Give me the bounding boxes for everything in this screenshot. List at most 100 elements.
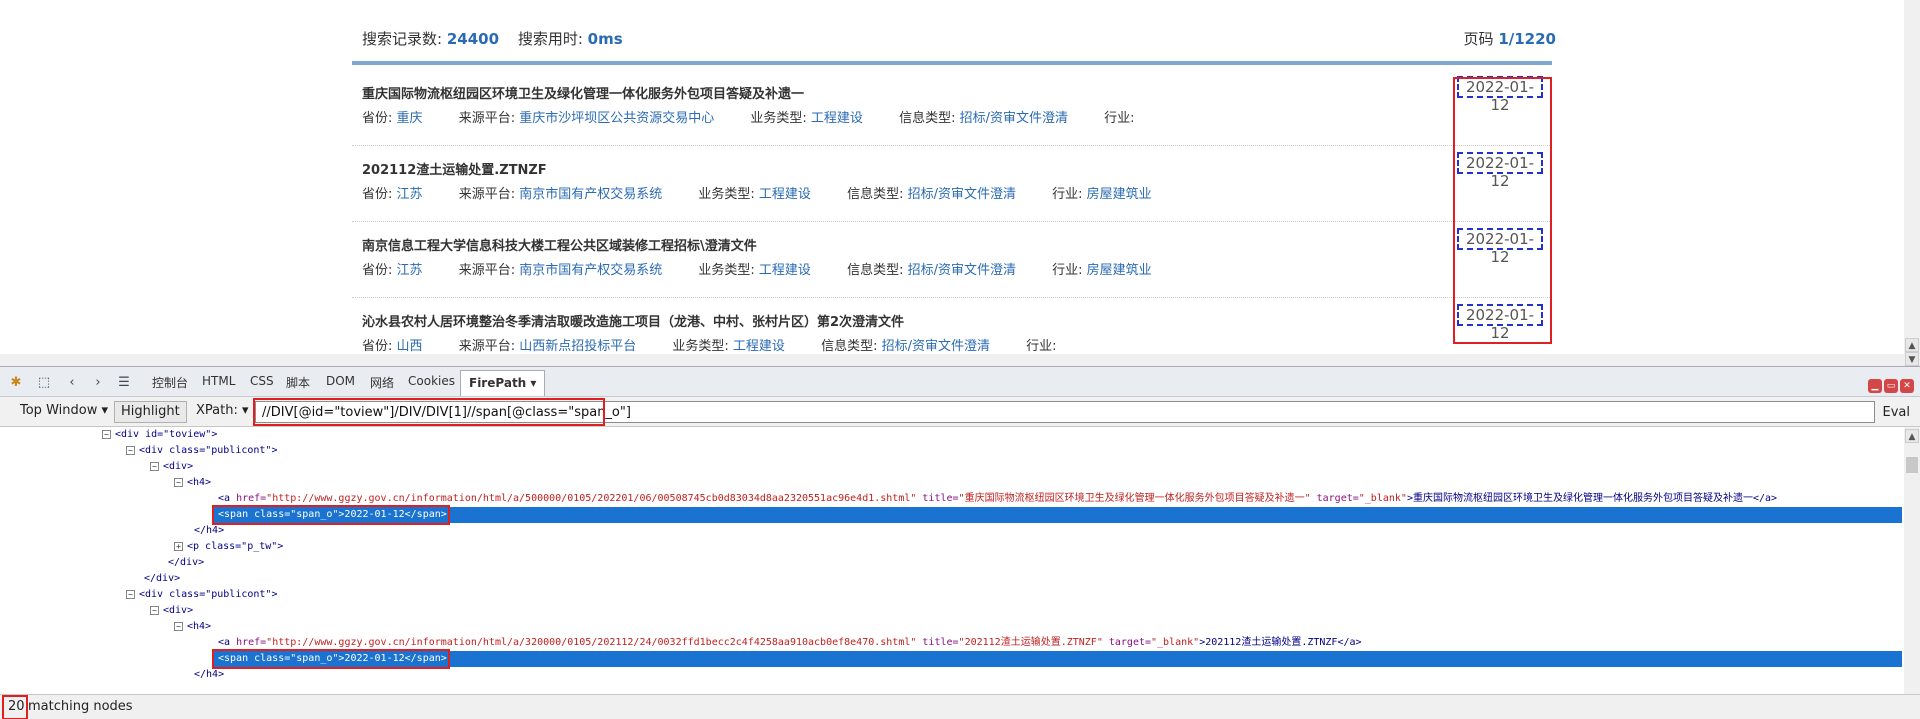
top-window-dropdown[interactable]: Top Window ▾ <box>14 401 114 423</box>
province-link[interactable]: 山西 <box>397 339 423 354</box>
firebug-toolbar: ✱ ⬚ ‹ › ☰ 控制台 HTML CSS 脚本 DOM 网络 Cookies… <box>0 366 1920 397</box>
forward-icon[interactable]: › <box>90 375 106 391</box>
tab-cookies[interactable]: Cookies <box>408 374 455 388</box>
province-link[interactable]: 江苏 <box>397 187 423 202</box>
collapse-icon[interactable]: − <box>174 621 183 631</box>
xpath-type-dropdown[interactable]: XPath: ▾ <box>190 401 255 423</box>
tree-node[interactable]: − <div> <box>150 603 193 619</box>
tree-node[interactable]: − <div class="publicont"> <box>126 443 277 459</box>
industry-label: 行业: <box>1026 339 1057 354</box>
tree-node[interactable]: − <h4> <box>174 619 211 635</box>
info-link[interactable]: 招标/资审文件澄清 <box>908 263 1016 278</box>
html-tree-panel: − <div id="toview"> − <div class="publicon… <box>0 427 1904 694</box>
inspect-icon[interactable]: ⬚ <box>36 375 52 391</box>
tab-firepath[interactable]: FirePath ▾ <box>460 370 546 396</box>
xpath-input[interactable] <box>255 401 1875 423</box>
horizontal-scrollbar[interactable] <box>0 354 1904 366</box>
result-title[interactable]: 南京信息工程大学信息科技大楼工程公共区域装修工程招标\澄清文件 <box>362 235 757 254</box>
industry-link[interactable]: 房屋建筑业 <box>1087 263 1152 278</box>
attr-name: title= <box>916 637 959 648</box>
search-stats: 搜索记录数: 24400 搜索用时: 0ms <box>362 28 637 49</box>
collapse-icon[interactable]: − <box>150 461 159 471</box>
collapse-icon[interactable]: − <box>126 589 135 599</box>
biz-link[interactable]: 工程建设 <box>759 187 811 202</box>
command-line-icon[interactable]: ☰ <box>116 375 132 391</box>
tab-dom[interactable]: DOM <box>326 374 355 388</box>
collapse-icon[interactable]: − <box>102 429 111 439</box>
tree-node-anchor[interactable]: <a href="http://www.ggzy.gov.cn/informat… <box>218 491 1777 507</box>
biz-link[interactable]: 工程建设 <box>811 111 863 126</box>
attr-value: "202112渣土运输处置.ZTNZF" <box>958 637 1103 648</box>
firebug-bug-icon[interactable]: ✱ <box>8 375 24 391</box>
result-meta: 省份: 山西 来源平台: 山西新点招投标平台 业务类型: 工程建设 信息类型: … <box>362 335 1089 354</box>
browser-window: 搜索记录数: 24400 搜索用时: 0ms 页码 1/1220 重庆国际物流枢… <box>0 0 1920 719</box>
matching-label: matching nodes <box>28 699 133 714</box>
collapse-icon[interactable]: − <box>150 605 159 615</box>
province-link[interactable]: 江苏 <box>397 263 423 278</box>
info-link[interactable]: 招标/资审文件澄清 <box>960 111 1068 126</box>
result-title[interactable]: 沁水县农村人居环境整治冬季清洁取暖改造施工项目（龙港、中村、张村片区）第2次澄清… <box>362 311 904 330</box>
biz-link[interactable]: 工程建设 <box>733 339 785 354</box>
result-title[interactable]: 202112渣土运输处置.ZTNZF <box>362 159 547 178</box>
attr-value: "重庆国际物流枢纽园区环境卫生及绿化管理一体化服务外包项目答疑及补遗一" <box>958 493 1311 504</box>
panel-window-buttons: ▁ ▭ ✕ <box>1866 373 1914 393</box>
eval-button[interactable]: Eval <box>1883 405 1911 420</box>
status-bar: 20 matching nodes <box>0 694 1920 719</box>
info-link[interactable]: 招标/资审文件澄清 <box>908 187 1016 202</box>
highlight-button[interactable]: Highlight <box>114 401 187 423</box>
biz-link[interactable]: 工程建设 <box>759 263 811 278</box>
tree-node[interactable]: − <div id="toview"> <box>102 427 217 443</box>
scrollbar-thumb[interactable] <box>1906 457 1918 473</box>
tab-firepath-label: FirePath <box>469 376 527 390</box>
attr-name: target= <box>1310 493 1359 504</box>
source-link[interactable]: 山西新点招投标平台 <box>519 339 636 354</box>
result-title[interactable]: 重庆国际物流枢纽园区环境卫生及绿化管理一体化服务外包项目答疑及补遗一 <box>362 83 804 102</box>
collapse-icon[interactable]: − <box>126 445 135 455</box>
attr-name: href= <box>236 493 267 504</box>
province-label: 省份: <box>362 187 393 202</box>
tab-html[interactable]: HTML <box>202 374 235 388</box>
info-label: 信息类型: <box>821 339 878 354</box>
source-link[interactable]: 南京市国有产权交易系统 <box>519 263 662 278</box>
page-value: 1/1220 <box>1498 30 1556 48</box>
tree-node[interactable]: + <p class="p_tw"> <box>174 539 283 555</box>
node-tag: <h4> <box>187 621 212 632</box>
node-tag: <div> <box>163 461 194 472</box>
industry-link[interactable]: 房屋建筑业 <box>1087 187 1152 202</box>
collapse-icon[interactable]: − <box>174 477 183 487</box>
page-vertical-scrollbar[interactable]: ▲ ▼ <box>1904 0 1920 366</box>
selected-row[interactable] <box>212 507 1902 523</box>
tree-vertical-scrollbar[interactable]: ▲ <box>1904 427 1920 694</box>
tree-node[interactable]: − <div> <box>150 459 193 475</box>
biz-label: 业务类型: <box>672 339 729 354</box>
province-label: 省份: <box>362 111 393 126</box>
back-icon[interactable]: ‹ <box>64 375 80 391</box>
records-label: 搜索记录数: <box>362 30 443 48</box>
attr-value: "http://www.ggzy.gov.cn/information/html… <box>266 493 917 504</box>
scroll-down-icon[interactable]: ▼ <box>1905 352 1919 366</box>
node-tag: <a <box>218 493 237 504</box>
minimize-icon[interactable]: ▁ <box>1868 379 1882 393</box>
node-tag: <div class="publicont"> <box>139 589 278 600</box>
scroll-up-icon[interactable]: ▲ <box>1905 429 1919 443</box>
tab-console[interactable]: 控制台 <box>152 374 188 391</box>
firepath-bar: Top Window ▾ Highlight XPath: ▾ Eval <box>0 397 1920 427</box>
span-highlight-box <box>212 649 450 669</box>
expand-icon[interactable]: + <box>174 541 183 551</box>
close-icon[interactable]: ✕ <box>1900 379 1914 393</box>
tree-node[interactable]: − <div class="publicont"> <box>126 587 277 603</box>
scroll-up-icon[interactable]: ▲ <box>1905 338 1919 352</box>
tree-node[interactable]: − <h4> <box>174 475 211 491</box>
detach-icon[interactable]: ▭ <box>1884 379 1898 393</box>
tab-net[interactable]: 网络 <box>370 374 394 391</box>
selected-row[interactable] <box>212 651 1902 667</box>
tab-css[interactable]: CSS <box>250 374 274 388</box>
source-link[interactable]: 南京市国有产权交易系统 <box>519 187 662 202</box>
source-link[interactable]: 重庆市沙坪坝区公共资源交易中心 <box>519 111 714 126</box>
info-link[interactable]: 招标/资审文件澄清 <box>882 339 990 354</box>
info-label: 信息类型: <box>847 187 904 202</box>
province-link[interactable]: 重庆 <box>397 111 423 126</box>
tab-script[interactable]: 脚本 <box>286 374 310 391</box>
node-tag: <div id="toview"> <box>115 429 218 440</box>
tree-node: </div> <box>144 573 181 584</box>
